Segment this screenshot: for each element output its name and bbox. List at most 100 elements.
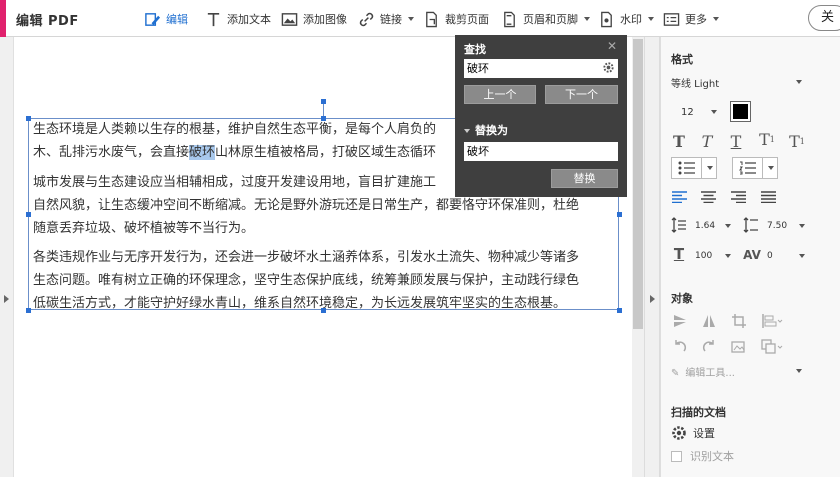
align-center-icon[interactable]: [701, 191, 716, 203]
underline-icon[interactable]: T: [728, 132, 744, 151]
chevron-down-icon[interactable]: [763, 158, 777, 178]
font-size-select[interactable]: 12: [681, 104, 719, 120]
replace-input-value: 破坏: [467, 145, 489, 158]
add-text-button[interactable]: 添加文本: [205, 9, 271, 29]
flip-horizontal-icon[interactable]: [701, 313, 717, 329]
edit-tools-dropdown[interactable]: ✎ 编辑工具...: [671, 363, 804, 379]
edit-tools-label: ✎ 编辑工具...: [671, 364, 735, 379]
more-label: 更多: [685, 13, 707, 26]
recognize-text-checkbox[interactable]: [671, 450, 682, 462]
search-match-highlight: 破环: [189, 145, 216, 160]
justify-icon[interactable]: [761, 191, 776, 203]
horizontal-scale-value: 100: [695, 251, 713, 261]
add-image-button[interactable]: 添加图像: [281, 9, 347, 29]
character-spacing-select[interactable]: 0: [767, 249, 807, 263]
recognize-text-option[interactable]: 识别文本: [671, 448, 734, 464]
gear-icon: [672, 426, 686, 440]
resize-handle[interactable]: [617, 212, 622, 217]
chevron-down-icon: [584, 17, 590, 21]
bullet-list-icon[interactable]: [672, 158, 702, 178]
horizontal-scale-icon: T: [673, 245, 685, 263]
chevron-down-icon: [796, 80, 802, 84]
crop-page-icon: [426, 11, 437, 27]
superscript-icon[interactable]: T1: [757, 130, 777, 149]
line-spacing-value: 1.64: [695, 221, 716, 231]
pencil-icon: ✎: [671, 367, 680, 379]
more-icon: [663, 12, 680, 26]
watermark-dropdown[interactable]: 水印: [598, 9, 654, 29]
horizontal-scale-select[interactable]: 100: [695, 249, 733, 263]
chevron-down-icon: [725, 254, 731, 258]
paragraph-line[interactable]: 城市发展与生态建设应当相辅相成，过度开发建设用地，盲目扩建施工: [33, 170, 436, 195]
replace-image-icon[interactable]: [731, 339, 747, 355]
resize-handle[interactable]: [26, 212, 31, 217]
chevron-down-icon[interactable]: [702, 158, 716, 178]
link-dropdown[interactable]: 链接: [358, 9, 414, 29]
subscript-icon[interactable]: T1: [787, 132, 807, 151]
find-title: 查找: [464, 43, 486, 56]
find-input[interactable]: 破环: [464, 59, 618, 78]
chevron-down-icon: [725, 224, 731, 228]
resize-handle[interactable]: [26, 116, 31, 121]
text-run: 山林原生植被格局，打破区域生态循环: [215, 145, 437, 160]
font-size-value: 12: [681, 106, 694, 118]
line-spacing-select[interactable]: 1.64: [695, 219, 733, 233]
font-family-select[interactable]: 等线 Light: [671, 74, 804, 90]
scan-settings-label: 设置: [693, 427, 715, 440]
objects-heading: 对象: [671, 292, 693, 305]
crop-page-button[interactable]: 裁剪页面: [423, 9, 489, 29]
link-icon: [359, 12, 374, 26]
paragraph-line[interactable]: 各类违规作业与无序开发行为，还会进一步破坏水土涵养体系，引发水土流失、物种减少等…: [33, 245, 579, 270]
align-right-icon[interactable]: [731, 191, 746, 203]
edit-tools-text: 编辑工具...: [685, 367, 735, 379]
right-pane-toggle[interactable]: [644, 37, 660, 477]
resize-handle[interactable]: [617, 308, 622, 313]
rotate-handle[interactable]: [321, 99, 326, 104]
add-text-label: 添加文本: [227, 13, 271, 26]
paragraph-line[interactable]: 木、乱排污水废气，会直接破环山林原生植被格局，打破区域生态循环: [33, 140, 436, 165]
paragraph-line[interactable]: 低碳生活方式，才能守护好绿水青山，维系自然环境稳定，为长远发展筑牢坚实的生态根基…: [33, 291, 566, 316]
bullet-list-button[interactable]: [671, 157, 717, 179]
character-spacing-value: 0: [767, 251, 773, 261]
rotate-right-icon[interactable]: [701, 339, 717, 355]
chevron-down-icon: [648, 17, 654, 21]
align-objects-icon[interactable]: [761, 313, 783, 329]
replace-button[interactable]: 替换: [551, 169, 618, 188]
gear-icon[interactable]: [602, 61, 615, 74]
watermark-label: 水印: [620, 13, 642, 26]
watermark-icon: [601, 11, 612, 27]
resize-handle[interactable]: [26, 308, 31, 313]
paragraph-line[interactable]: 生态环境是人类赖以生存的根基，维护自然生态平衡，是每个人肩负的: [33, 117, 436, 142]
close-icon[interactable]: ✕: [607, 39, 617, 53]
find-next-button[interactable]: 下一个: [545, 85, 618, 104]
close-tool-button[interactable]: 关: [808, 5, 840, 31]
numbered-list-button[interactable]: [732, 157, 778, 179]
header-footer-dropdown[interactable]: 页眉和页脚: [501, 9, 590, 29]
italic-icon[interactable]: T: [699, 132, 715, 151]
expand-left-icon: [4, 295, 9, 303]
scan-settings-button[interactable]: 设置: [671, 424, 715, 442]
rotate-left-icon[interactable]: [672, 339, 688, 355]
paragraph-spacing-select[interactable]: 7.50: [767, 219, 807, 233]
text-color-swatch[interactable]: [730, 101, 751, 122]
character-spacing-icon: AV: [743, 248, 761, 262]
chevron-down-icon: [711, 110, 717, 114]
edit-tool-button[interactable]: 编辑: [144, 9, 188, 29]
replace-section-toggle[interactable]: 替换为: [464, 122, 508, 138]
find-previous-button[interactable]: 上一个: [464, 85, 536, 104]
more-dropdown[interactable]: 更多: [663, 9, 719, 29]
paragraph-line[interactable]: 随意丢弃垃圾、破坏植被等不当行为。: [33, 216, 254, 241]
crop-icon[interactable]: [731, 313, 747, 329]
crop-page-label: 裁剪页面: [445, 13, 489, 26]
text-style-icon[interactable]: T: [671, 132, 687, 151]
align-left-icon[interactable]: [672, 191, 687, 203]
collapse-right-icon: [650, 295, 655, 303]
numbered-list-icon[interactable]: [733, 158, 763, 178]
scrollbar-thumb[interactable]: [633, 39, 643, 329]
flip-vertical-icon[interactable]: [672, 313, 688, 329]
vertical-scrollbar[interactable]: [632, 37, 644, 477]
replace-input[interactable]: 破坏: [464, 142, 618, 161]
arrange-icon[interactable]: [761, 339, 783, 355]
left-pane-toggle[interactable]: [0, 37, 14, 477]
paragraph-line[interactable]: 生态问题。唯有树立正确的环保理念，坚守生态保护底线，统筹兼顾发展与保护，主动践行…: [33, 268, 579, 293]
